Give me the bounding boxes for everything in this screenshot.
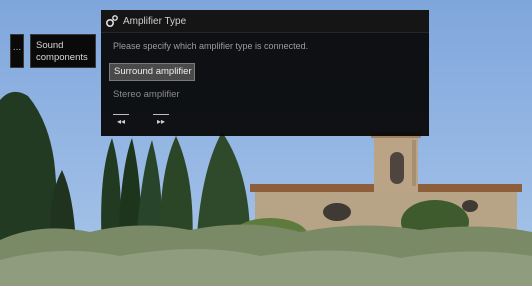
option-surround-amplifier[interactable]: Surround amplifier	[109, 63, 195, 81]
forward-button[interactable]: ▸▸	[153, 114, 169, 129]
gear-icon	[105, 15, 118, 28]
dialog-title: Amplifier Type	[123, 15, 187, 27]
dialog-description: Please specify which amplifier type is c…	[113, 41, 309, 51]
breadcrumb-sound-components[interactable]: Sound components	[30, 34, 96, 68]
breadcrumb-label: Sound components	[36, 40, 88, 63]
back-button[interactable]: ◂◂	[113, 114, 129, 129]
amplifier-options: Surround amplifier Stereo amplifier	[101, 55, 429, 104]
breadcrumb-prev-label: ...	[12, 42, 22, 53]
fast-forward-icon: ▸▸	[156, 117, 166, 126]
dialog-header: Amplifier Type	[101, 10, 429, 33]
option-stereo-amplifier[interactable]: Stereo amplifier	[109, 86, 195, 104]
breadcrumb-back-button[interactable]: ...	[10, 34, 24, 68]
amplifier-type-dialog: Amplifier Type Please specify which ampl…	[101, 10, 429, 136]
dialog-nav: ◂◂ ▸▸	[113, 114, 193, 129]
rewind-icon: ◂◂	[116, 117, 126, 126]
